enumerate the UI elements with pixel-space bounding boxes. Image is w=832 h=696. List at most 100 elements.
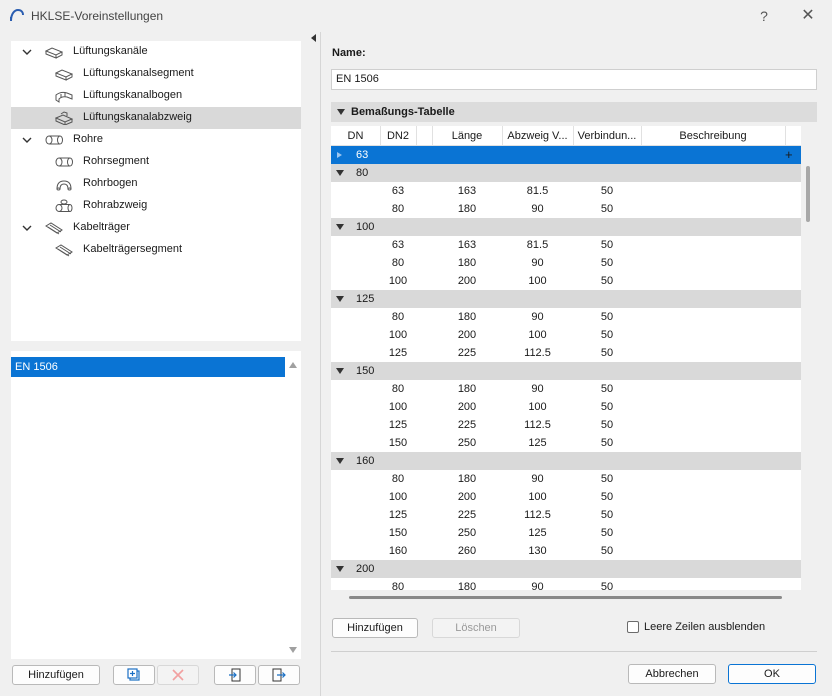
table-cell[interactable]: 100 [502, 275, 573, 287]
table-group-row[interactable]: 150 [331, 362, 801, 380]
table-cell[interactable]: 250 [432, 527, 502, 539]
table-group-row[interactable]: 80 [331, 164, 801, 182]
table-row[interactable]: 80 180 90 50 [331, 578, 801, 590]
table-cell[interactable]: 100 [380, 329, 416, 341]
table-row[interactable]: 100 200 100 50 [331, 272, 801, 290]
table-row[interactable]: 100 200 100 50 [331, 398, 801, 416]
table-row[interactable]: 80 180 90 50 [331, 380, 801, 398]
column-header[interactable]: DN [331, 130, 380, 142]
table-cell[interactable]: 63 [380, 185, 416, 197]
column-header[interactable]: Beschreibung [641, 130, 785, 142]
table-cell[interactable]: 180 [432, 203, 502, 215]
collapse-left-panel-icon[interactable] [311, 34, 317, 42]
chevron-down-icon[interactable] [21, 222, 33, 234]
add-row-button[interactable]: Hinzufügen [332, 618, 418, 638]
table-cell[interactable]: 163 [432, 239, 502, 251]
table-row-selected[interactable]: 63 + [331, 146, 801, 164]
table-row[interactable]: 150 250 125 50 [331, 434, 801, 452]
table-cell[interactable]: 200 [432, 275, 502, 287]
table-cell[interactable]: 50 [573, 311, 641, 323]
tree-item[interactable]: Lüftungskanalabzweig [11, 107, 301, 129]
table-group-row[interactable]: 100 [331, 218, 801, 236]
chevron-down-icon[interactable] [21, 134, 33, 146]
table-cell[interactable]: 50 [573, 419, 641, 431]
column-header[interactable]: Abzweig V... [502, 130, 573, 142]
collapsed-arrow-icon[interactable] [336, 152, 344, 158]
table-row[interactable]: 125 225 112.5 50 [331, 506, 801, 524]
table-cell[interactable]: 90 [502, 473, 573, 485]
table-cell[interactable]: 112.5 [502, 347, 573, 359]
table-cell[interactable]: 50 [573, 329, 641, 341]
list-item[interactable]: EN 1506 [11, 357, 285, 377]
table-cell[interactable]: 50 [573, 527, 641, 539]
cancel-button[interactable]: Abbrechen [628, 664, 716, 684]
scroll-up-icon[interactable] [289, 362, 297, 368]
table-cell[interactable]: 100 [380, 491, 416, 503]
table-cell[interactable]: 250 [432, 437, 502, 449]
table-cell[interactable]: 125 [502, 437, 573, 449]
table-cell[interactable]: 50 [573, 185, 641, 197]
table-row[interactable]: 63 163 81.5 50 [331, 182, 801, 200]
table-cell[interactable]: 100 [502, 329, 573, 341]
table-cell[interactable]: 125 [502, 527, 573, 539]
tree-item[interactable]: Kabelträgersegment [11, 239, 301, 261]
help-button[interactable]: ? [752, 6, 776, 26]
tree-item[interactable]: Kabelträger [11, 217, 301, 239]
close-button[interactable]: ✕ [796, 6, 820, 26]
delete-standard-button[interactable] [157, 665, 199, 685]
name-input[interactable]: EN 1506 [331, 69, 817, 90]
expanded-arrow-icon[interactable] [336, 296, 344, 302]
table-cell[interactable]: 80 [380, 473, 416, 485]
vertical-scrollbar[interactable] [806, 166, 810, 222]
table-cell[interactable]: 50 [573, 509, 641, 521]
table-cell[interactable]: 81.5 [502, 239, 573, 251]
table-cell[interactable]: 225 [432, 347, 502, 359]
table-cell[interactable]: 81.5 [502, 185, 573, 197]
table-group-row[interactable]: 160 [331, 452, 801, 470]
table-cell[interactable]: 80 [380, 581, 416, 590]
table-cell[interactable]: 260 [432, 545, 502, 557]
dimension-table-section-header[interactable]: Bemaßungs-Tabelle [331, 102, 817, 122]
table-cell[interactable]: 180 [432, 581, 502, 590]
table-cell[interactable]: 50 [573, 491, 641, 503]
tree-item[interactable]: Lüftungskanalsegment [11, 63, 301, 85]
table-cell[interactable]: 200 [432, 329, 502, 341]
export-button[interactable] [258, 665, 300, 685]
table-cell[interactable]: 150 [380, 437, 416, 449]
table-cell[interactable]: 225 [432, 509, 502, 521]
table-row[interactable]: 80 180 90 50 [331, 254, 801, 272]
table-cell[interactable]: 50 [573, 203, 641, 215]
ok-button[interactable]: OK [728, 664, 816, 684]
table-row[interactable]: 80 180 90 50 [331, 308, 801, 326]
table-row[interactable]: 63 163 81.5 50 [331, 236, 801, 254]
table-cell[interactable]: 160 [380, 545, 416, 557]
table-cell[interactable]: 125 [380, 509, 416, 521]
column-header[interactable]: Länge [432, 130, 502, 142]
table-cell[interactable]: 112.5 [502, 419, 573, 431]
tree-item[interactable]: Lüftungskanäle [11, 41, 301, 63]
table-cell[interactable]: 150 [380, 527, 416, 539]
table-cell[interactable]: 125 [380, 419, 416, 431]
table-cell[interactable]: 180 [432, 257, 502, 269]
table-cell[interactable]: 200 [432, 401, 502, 413]
horizontal-scrollbar[interactable] [349, 596, 782, 599]
column-header[interactable]: Verbindun... [573, 130, 641, 142]
table-cell[interactable]: 100 [502, 491, 573, 503]
table-cell[interactable]: 90 [502, 383, 573, 395]
table-row[interactable]: 125 225 112.5 50 [331, 416, 801, 434]
table-cell[interactable]: 50 [573, 257, 641, 269]
table-cell[interactable]: 50 [573, 437, 641, 449]
table-cell[interactable]: 225 [432, 419, 502, 431]
table-group-row[interactable]: 125 [331, 290, 801, 308]
expanded-arrow-icon[interactable] [336, 566, 344, 572]
table-row[interactable]: 80 180 90 50 [331, 470, 801, 488]
expanded-arrow-icon[interactable] [336, 368, 344, 374]
hide-empty-rows-checkbox[interactable] [627, 621, 639, 633]
table-row[interactable]: 80 180 90 50 [331, 200, 801, 218]
table-row[interactable]: 100 200 100 50 [331, 488, 801, 506]
tree-item[interactable]: Rohre [11, 129, 301, 151]
table-cell[interactable]: 100 [380, 275, 416, 287]
table-row[interactable]: 150 250 125 50 [331, 524, 801, 542]
column-header[interactable]: DN2 [380, 130, 416, 142]
tree-item[interactable]: Rohrsegment [11, 151, 301, 173]
